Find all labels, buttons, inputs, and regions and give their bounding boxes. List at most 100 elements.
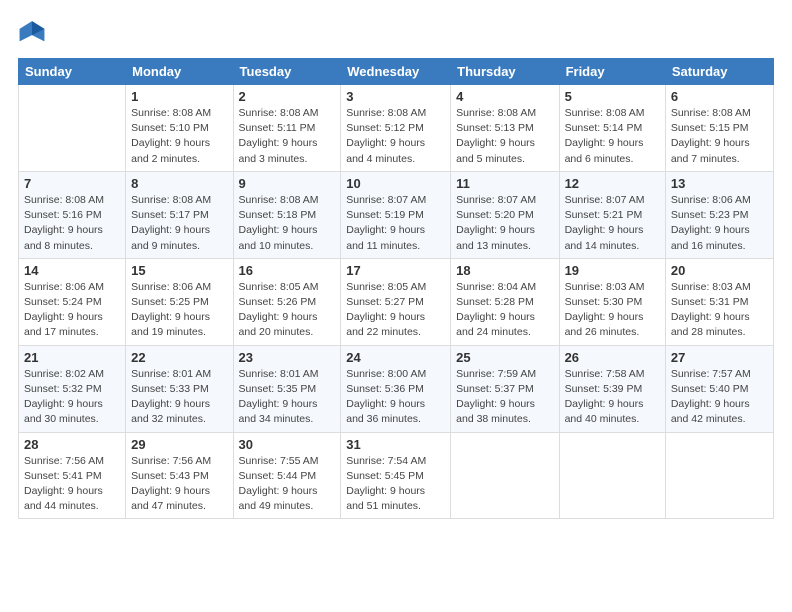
day-cell: 29 Sunrise: 7:56 AMSunset: 5:43 PMDayligh…: [126, 432, 233, 519]
header-row: SundayMondayTuesdayWednesdayThursdayFrid…: [19, 59, 774, 85]
page: SundayMondayTuesdayWednesdayThursdayFrid…: [0, 0, 792, 612]
col-header-tuesday: Tuesday: [233, 59, 341, 85]
day-number: 24: [346, 350, 445, 365]
logo-icon: [18, 18, 46, 46]
day-number: 9: [239, 176, 336, 191]
day-info: Sunrise: 8:08 AMSunset: 5:17 PMDaylight:…: [131, 193, 227, 254]
day-number: 11: [456, 176, 553, 191]
day-info: Sunrise: 7:58 AMSunset: 5:39 PMDaylight:…: [565, 367, 660, 428]
day-info: Sunrise: 7:57 AMSunset: 5:40 PMDaylight:…: [671, 367, 768, 428]
day-cell: 6Sunrise: 8:08 AMSunset: 5:15 PMDaylight…: [665, 85, 773, 172]
day-number: 12: [565, 176, 660, 191]
day-info: Sunrise: 7:59 AMSunset: 5:37 PMDaylight:…: [456, 367, 553, 428]
week-row-4: 21Sunrise: 8:02 AMSunset: 5:32 PMDayligh…: [19, 345, 774, 432]
day-cell: 21Sunrise: 8:02 AMSunset: 5:32 PMDayligh…: [19, 345, 126, 432]
day-cell: 2 Sunrise: 8:08 AMSunset: 5:11 PMDaylight…: [233, 85, 341, 172]
day-number: 4: [456, 89, 553, 104]
day-info: Sunrise: 8:03 AMSunset: 5:31 PMDaylight:…: [671, 280, 768, 341]
day-cell: 5Sunrise: 8:08 AMSunset: 5:14 PMDaylight…: [559, 85, 665, 172]
day-number: 16: [239, 263, 336, 278]
col-header-monday: Monday: [126, 59, 233, 85]
day-info: Sunrise: 8:00 AMSunset: 5:36 PMDaylight:…: [346, 367, 445, 428]
day-number: 18: [456, 263, 553, 278]
day-number: 2: [239, 89, 336, 104]
day-cell: [665, 432, 773, 519]
day-number: 17: [346, 263, 445, 278]
day-cell: 24 Sunrise: 8:00 AMSunset: 5:36 PMDayligh…: [341, 345, 451, 432]
day-info: Sunrise: 8:07 AMSunset: 5:20 PMDaylight:…: [456, 193, 553, 254]
day-info: Sunrise: 8:07 AMSunset: 5:21 PMDaylight:…: [565, 193, 660, 254]
day-info: Sunrise: 8:05 AMSunset: 5:27 PMDaylight:…: [346, 280, 445, 341]
day-info: Sunrise: 7:54 AMSunset: 5:45 PMDaylight:…: [346, 454, 445, 515]
week-row-2: 7 Sunrise: 8:08 AMSunset: 5:16 PMDaylight…: [19, 171, 774, 258]
day-info: Sunrise: 8:08 AMSunset: 5:11 PMDaylight:…: [239, 106, 336, 167]
day-info: Sunrise: 8:03 AMSunset: 5:30 PMDaylight:…: [565, 280, 660, 341]
day-number: 22: [131, 350, 227, 365]
calendar-table: SundayMondayTuesdayWednesdayThursdayFrid…: [18, 58, 774, 519]
day-cell: 4 Sunrise: 8:08 AMSunset: 5:13 PMDaylight…: [451, 85, 559, 172]
day-cell: 23Sunrise: 8:01 AMSunset: 5:35 PMDayligh…: [233, 345, 341, 432]
day-info: Sunrise: 8:08 AMSunset: 5:12 PMDaylight:…: [346, 106, 445, 167]
day-cell: 13Sunrise: 8:06 AMSunset: 5:23 PMDayligh…: [665, 171, 773, 258]
day-cell: 28Sunrise: 7:56 AMSunset: 5:41 PMDayligh…: [19, 432, 126, 519]
day-info: Sunrise: 8:08 AMSunset: 5:13 PMDaylight:…: [456, 106, 553, 167]
day-info: Sunrise: 7:55 AMSunset: 5:44 PMDaylight:…: [239, 454, 336, 515]
day-cell: 17 Sunrise: 8:05 AMSunset: 5:27 PMDayligh…: [341, 258, 451, 345]
day-number: 1: [131, 89, 227, 104]
day-info: Sunrise: 8:08 AMSunset: 5:18 PMDaylight:…: [239, 193, 336, 254]
day-cell: 10Sunrise: 8:07 AMSunset: 5:19 PMDayligh…: [341, 171, 451, 258]
day-info: Sunrise: 8:08 AMSunset: 5:16 PMDaylight:…: [24, 193, 120, 254]
day-number: 15: [131, 263, 227, 278]
day-info: Sunrise: 8:06 AMSunset: 5:25 PMDaylight:…: [131, 280, 227, 341]
day-cell: 22 Sunrise: 8:01 AMSunset: 5:33 PMDayligh…: [126, 345, 233, 432]
day-cell: [451, 432, 559, 519]
day-number: 20: [671, 263, 768, 278]
day-cell: 20 Sunrise: 8:03 AMSunset: 5:31 PMDayligh…: [665, 258, 773, 345]
day-info: Sunrise: 7:56 AMSunset: 5:43 PMDaylight:…: [131, 454, 227, 515]
day-info: Sunrise: 8:06 AMSunset: 5:24 PMDaylight:…: [24, 280, 120, 341]
day-number: 31: [346, 437, 445, 452]
col-header-sunday: Sunday: [19, 59, 126, 85]
day-cell: 30 Sunrise: 7:55 AMSunset: 5:44 PMDayligh…: [233, 432, 341, 519]
day-info: Sunrise: 8:04 AMSunset: 5:28 PMDaylight:…: [456, 280, 553, 341]
day-info: Sunrise: 8:02 AMSunset: 5:32 PMDaylight:…: [24, 367, 120, 428]
day-number: 29: [131, 437, 227, 452]
day-cell: [19, 85, 126, 172]
col-header-friday: Friday: [559, 59, 665, 85]
day-number: 5: [565, 89, 660, 104]
week-row-1: 1 Sunrise: 8:08 AMSunset: 5:10 PMDaylight…: [19, 85, 774, 172]
day-info: Sunrise: 8:01 AMSunset: 5:33 PMDaylight:…: [131, 367, 227, 428]
day-number: 19: [565, 263, 660, 278]
week-row-3: 14 Sunrise: 8:06 AMSunset: 5:24 PMDayligh…: [19, 258, 774, 345]
day-info: Sunrise: 7:56 AMSunset: 5:41 PMDaylight:…: [24, 454, 120, 515]
day-cell: 12 Sunrise: 8:07 AMSunset: 5:21 PMDayligh…: [559, 171, 665, 258]
day-cell: 19 Sunrise: 8:03 AMSunset: 5:30 PMDayligh…: [559, 258, 665, 345]
day-cell: 18 Sunrise: 8:04 AMSunset: 5:28 PMDayligh…: [451, 258, 559, 345]
header: [18, 18, 774, 46]
week-row-5: 28Sunrise: 7:56 AMSunset: 5:41 PMDayligh…: [19, 432, 774, 519]
day-number: 26: [565, 350, 660, 365]
day-cell: 16Sunrise: 8:05 AMSunset: 5:26 PMDayligh…: [233, 258, 341, 345]
day-info: Sunrise: 8:08 AMSunset: 5:10 PMDaylight:…: [131, 106, 227, 167]
day-cell: 31 Sunrise: 7:54 AMSunset: 5:45 PMDayligh…: [341, 432, 451, 519]
day-cell: 14 Sunrise: 8:06 AMSunset: 5:24 PMDayligh…: [19, 258, 126, 345]
day-number: 3: [346, 89, 445, 104]
day-number: 7: [24, 176, 120, 191]
day-number: 25: [456, 350, 553, 365]
day-info: Sunrise: 8:06 AMSunset: 5:23 PMDaylight:…: [671, 193, 768, 254]
col-header-saturday: Saturday: [665, 59, 773, 85]
day-cell: 25 Sunrise: 7:59 AMSunset: 5:37 PMDayligh…: [451, 345, 559, 432]
day-cell: 3 Sunrise: 8:08 AMSunset: 5:12 PMDaylight…: [341, 85, 451, 172]
day-number: 14: [24, 263, 120, 278]
col-header-wednesday: Wednesday: [341, 59, 451, 85]
day-cell: 27Sunrise: 7:57 AMSunset: 5:40 PMDayligh…: [665, 345, 773, 432]
col-header-thursday: Thursday: [451, 59, 559, 85]
day-cell: 7 Sunrise: 8:08 AMSunset: 5:16 PMDaylight…: [19, 171, 126, 258]
day-number: 10: [346, 176, 445, 191]
day-info: Sunrise: 8:01 AMSunset: 5:35 PMDaylight:…: [239, 367, 336, 428]
day-number: 30: [239, 437, 336, 452]
day-number: 6: [671, 89, 768, 104]
logo: [18, 18, 50, 46]
day-cell: 8Sunrise: 8:08 AMSunset: 5:17 PMDaylight…: [126, 171, 233, 258]
day-cell: 26 Sunrise: 7:58 AMSunset: 5:39 PMDayligh…: [559, 345, 665, 432]
